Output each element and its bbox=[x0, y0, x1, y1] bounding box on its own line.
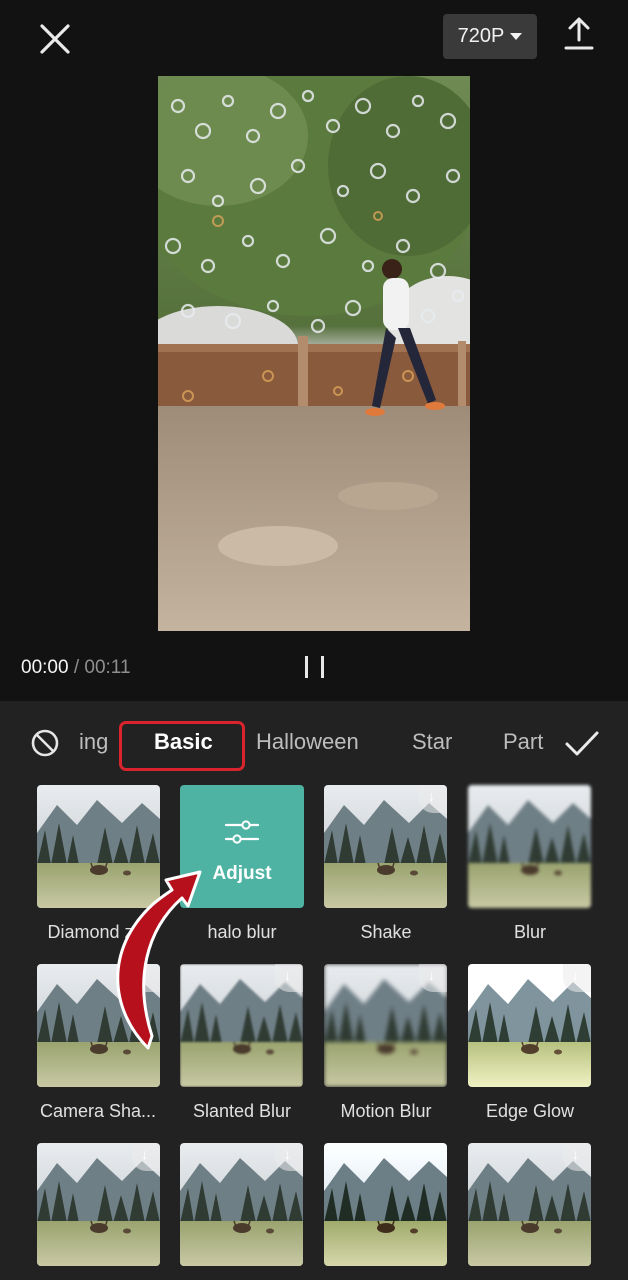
download-icon: ↓ bbox=[132, 1143, 160, 1171]
top-bar: 720P bbox=[0, 0, 628, 76]
effect-preview-image bbox=[324, 1143, 447, 1266]
playback-time: 00:00 / 00:11 bbox=[21, 657, 131, 679]
effect-thumb[interactable] bbox=[324, 1143, 447, 1266]
video-preview[interactable] bbox=[158, 76, 470, 631]
effect-thumb-edge-glow[interactable]: ↓ bbox=[468, 964, 591, 1087]
effect-thumb[interactable]: ↓ bbox=[180, 1143, 303, 1266]
pause-icon bbox=[305, 656, 308, 678]
close-icon[interactable] bbox=[36, 20, 74, 58]
download-icon: ↓ bbox=[419, 964, 447, 992]
download-icon: ↓ bbox=[275, 964, 303, 992]
effect-label: halo blur bbox=[207, 922, 277, 942]
effect-thumb-shake[interactable]: ↓ bbox=[324, 785, 447, 908]
tab-ing[interactable]: ing bbox=[79, 729, 108, 755]
download-icon: ↓ bbox=[563, 1143, 591, 1171]
effect-thumb-diamond-zoom[interactable] bbox=[37, 785, 160, 908]
resolution-label: 720P bbox=[457, 25, 505, 47]
caret-down-icon bbox=[510, 33, 523, 40]
download-icon: ↓ bbox=[275, 1143, 303, 1171]
effect-label: Edge Glow bbox=[485, 1101, 575, 1121]
checkmark-icon[interactable] bbox=[564, 729, 600, 759]
effect-thumb[interactable]: ↓ bbox=[37, 1143, 160, 1266]
effect-thumb-blur[interactable] bbox=[468, 785, 591, 908]
current-time: 00:00 bbox=[21, 657, 69, 678]
effect-thumb-camera-shake[interactable]: ↓ bbox=[37, 964, 160, 1087]
effect-thumb[interactable]: ↓ bbox=[468, 1143, 591, 1266]
export-icon[interactable] bbox=[562, 16, 596, 52]
download-icon: ↓ bbox=[419, 785, 447, 813]
effect-label: Shake bbox=[360, 922, 412, 942]
pause-button[interactable] bbox=[302, 654, 328, 680]
tab-highlight-box bbox=[119, 721, 245, 771]
download-icon: ↓ bbox=[563, 964, 591, 992]
category-tabs: ing Basic Halloween Star Part bbox=[0, 701, 628, 785]
resolution-button[interactable]: 720P bbox=[443, 14, 537, 59]
effect-label: Motion Blur bbox=[340, 1101, 432, 1121]
no-effect-icon[interactable] bbox=[30, 728, 60, 758]
effect-preview-image bbox=[468, 785, 591, 908]
total-time: 00:11 bbox=[84, 657, 131, 678]
time-separator: / bbox=[73, 657, 80, 678]
effect-label: Slanted Blur bbox=[192, 1101, 292, 1121]
effect-preview-image bbox=[37, 785, 160, 908]
effect-label: Camera Sha... bbox=[39, 1101, 157, 1121]
effect-thumb-halo-blur-adjust[interactable]: Adjust bbox=[180, 785, 304, 908]
effect-thumb-motion-blur[interactable]: ↓ bbox=[324, 964, 447, 1087]
effect-thumb-slanted-blur[interactable]: ↓ bbox=[180, 964, 303, 1087]
adjust-label: Adjust bbox=[212, 863, 272, 884]
sliders-icon bbox=[224, 820, 260, 844]
tab-part[interactable]: Part bbox=[503, 729, 543, 755]
tab-star[interactable]: Star bbox=[412, 729, 452, 755]
video-frame-image bbox=[158, 76, 470, 631]
effect-label: Diamond z... bbox=[47, 922, 149, 942]
tab-halloween[interactable]: Halloween bbox=[256, 729, 359, 755]
effect-label: Blur bbox=[513, 922, 546, 942]
download-icon: ↓ bbox=[132, 964, 160, 992]
